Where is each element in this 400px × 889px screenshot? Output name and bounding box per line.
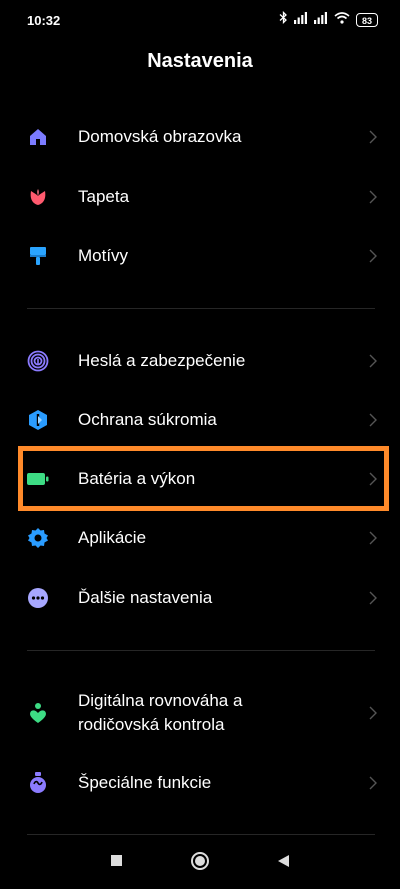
settings-item-label: Motívy: [78, 246, 129, 265]
more-dots-icon: [27, 587, 49, 609]
settings-item-privacy[interactable]: Ochrana súkromia: [0, 392, 400, 448]
settings-item-label: Špeciálne funkcie: [78, 773, 212, 792]
chevron-right-icon: [368, 412, 378, 428]
divider: [27, 308, 375, 309]
settings-item-additional-settings[interactable]: Ďalšie nastavenia: [0, 570, 400, 626]
settings-item-wallpaper[interactable]: Tapeta: [0, 169, 400, 225]
wifi-icon: [334, 11, 350, 29]
settings-item-label: Aplikácie: [78, 528, 147, 547]
chevron-right-icon: [368, 189, 378, 205]
settings-item-apps[interactable]: Aplikácie: [0, 510, 400, 566]
page-title: Nastavenia: [147, 50, 253, 72]
back-triangle-icon[interactable]: [271, 849, 295, 873]
status-icons: 83: [279, 10, 378, 29]
gear-icon: [27, 527, 49, 549]
chevron-right-icon: [368, 129, 378, 145]
signal-icon: [314, 11, 328, 29]
settings-item-label: Tapeta: [78, 187, 130, 206]
settings-item-label: Ďalšie nastavenia: [78, 588, 213, 607]
home-icon: [27, 126, 49, 148]
settings-item-label: Digitálna rovnováha a rodičovská kontrol…: [78, 689, 242, 737]
highlight-box: [18, 446, 389, 511]
chevron-right-icon: [368, 705, 378, 721]
label-line: Digitálna rovnováha a: [78, 691, 243, 710]
heart-person-icon: [27, 702, 49, 724]
settings-item-label: Heslá a zabezpečenie: [78, 351, 246, 370]
settings-item-label: Ochrana súkromia: [78, 410, 217, 429]
settings-item-passwords-security[interactable]: Heslá a zabezpečenie: [0, 333, 400, 389]
home-circle-icon[interactable]: [188, 849, 212, 873]
settings-item-special-features[interactable]: Špeciálne funkcie: [0, 755, 400, 811]
navigation-bar: [0, 833, 400, 889]
chevron-right-icon: [368, 775, 378, 791]
status-time: 10:32: [27, 13, 61, 28]
settings-item-digital-wellbeing[interactable]: Digitálna rovnováha a rodičovská kontrol…: [0, 681, 400, 745]
settings-item-label: Domovská obrazovka: [78, 127, 242, 146]
chevron-right-icon: [368, 353, 378, 369]
tulip-icon: [27, 186, 49, 208]
recents-square-icon[interactable]: [105, 849, 129, 873]
shield-icon: [27, 409, 49, 431]
fingerprint-icon: [27, 350, 49, 372]
divider: [27, 650, 375, 651]
signal-icon: [294, 11, 308, 29]
battery-icon: 83: [356, 13, 378, 27]
bluetooth-icon: [279, 10, 288, 29]
status-bar: 10:32 83: [0, 0, 400, 40]
chevron-right-icon: [368, 590, 378, 606]
settings-item-themes[interactable]: Motívy: [0, 228, 400, 284]
chevron-right-icon: [368, 248, 378, 264]
chevron-right-icon: [368, 530, 378, 546]
label-line: rodičovská kontrola: [78, 715, 225, 734]
settings-item-home-screen[interactable]: Domovská obrazovka: [0, 109, 400, 165]
paint-brush-icon: [27, 245, 49, 267]
special-functions-icon: [27, 772, 49, 794]
